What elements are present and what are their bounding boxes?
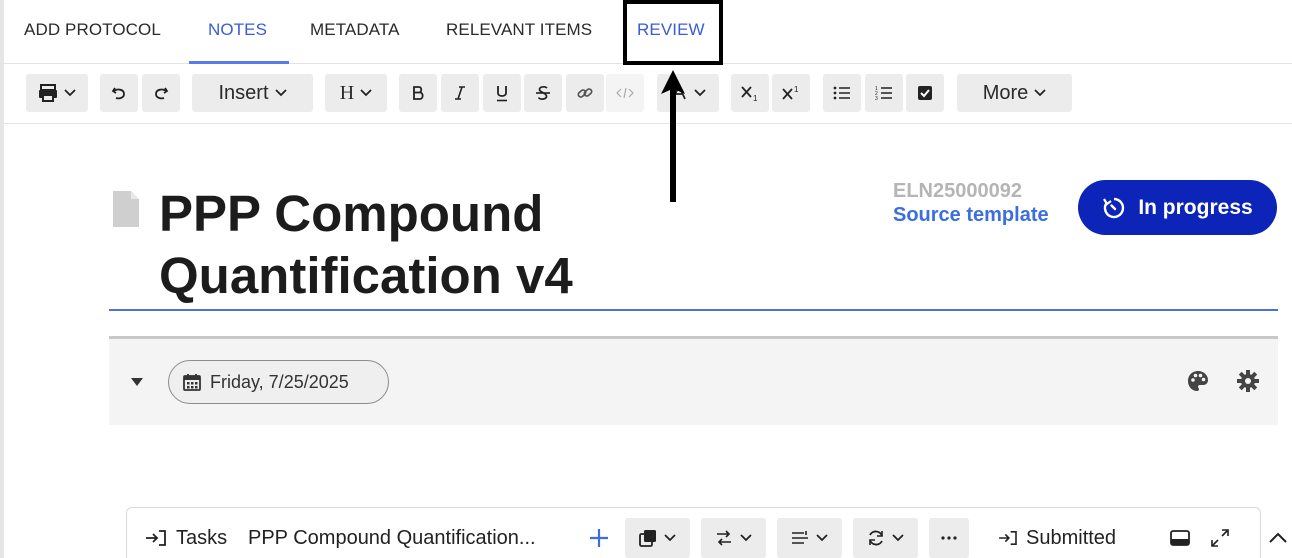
bullet-list-button[interactable] bbox=[823, 74, 861, 112]
progress-clock-icon bbox=[1103, 197, 1125, 218]
numbered-list-button[interactable]: 123 bbox=[865, 74, 903, 112]
strikethrough-button[interactable] bbox=[524, 74, 562, 112]
chevron-down-icon bbox=[892, 534, 904, 542]
more-dropdown[interactable]: More bbox=[957, 74, 1072, 112]
tasks-header[interactable]: Tasks bbox=[145, 518, 227, 558]
title-underline bbox=[109, 309, 1278, 311]
chevron-down-icon bbox=[694, 89, 706, 97]
bullet-list-icon bbox=[833, 86, 850, 100]
underline-button[interactable] bbox=[483, 74, 521, 112]
tab-notes[interactable]: NOTES bbox=[208, 20, 267, 40]
add-task-button[interactable] bbox=[588, 518, 610, 558]
code-button[interactable] bbox=[606, 74, 644, 112]
chevron-down-icon bbox=[664, 534, 676, 542]
chevron-down-icon bbox=[360, 89, 372, 97]
status-button[interactable]: In progress bbox=[1078, 180, 1277, 235]
chevron-down-icon bbox=[816, 534, 828, 542]
palette-icon[interactable] bbox=[1186, 369, 1210, 393]
eln-id: ELN25000092 bbox=[893, 180, 1022, 202]
source-template-link[interactable]: Source template bbox=[893, 204, 1049, 227]
transfer-dropdown[interactable] bbox=[701, 518, 766, 558]
subscript-button[interactable]: 1 bbox=[731, 74, 769, 112]
redo-button[interactable] bbox=[142, 74, 180, 112]
chevron-down-icon bbox=[740, 534, 752, 542]
more-label: More bbox=[982, 81, 1029, 104]
refresh-icon bbox=[869, 530, 883, 546]
review-highlight-box bbox=[623, 0, 723, 65]
tasks-label: Tasks bbox=[176, 526, 228, 549]
ellipsis-icon bbox=[941, 536, 957, 540]
checkbox-icon bbox=[918, 86, 932, 100]
print-icon bbox=[39, 84, 57, 102]
sign-in-icon bbox=[999, 530, 1017, 546]
link-icon bbox=[577, 88, 593, 98]
caret-down-icon[interactable] bbox=[130, 377, 144, 387]
panel-icon bbox=[1170, 530, 1190, 546]
submitted-label: Submitted bbox=[1026, 526, 1117, 549]
collapse-button[interactable] bbox=[1268, 518, 1288, 558]
underline-icon bbox=[497, 85, 507, 101]
chevron-down-icon bbox=[64, 89, 76, 97]
checkbox-button[interactable] bbox=[906, 74, 944, 112]
tab-add-protocol[interactable]: ADD PROTOCOL bbox=[24, 20, 161, 40]
gear-icon[interactable] bbox=[1236, 369, 1260, 393]
insert-label: Insert bbox=[218, 81, 269, 104]
copy-dropdown[interactable] bbox=[625, 518, 690, 558]
link-button[interactable] bbox=[566, 74, 604, 112]
code-icon bbox=[616, 87, 634, 99]
svg-text:1: 1 bbox=[753, 94, 758, 102]
submitted-status[interactable]: Submitted bbox=[998, 518, 1116, 558]
filter-lines-icon bbox=[792, 531, 808, 544]
filter-dropdown[interactable] bbox=[777, 518, 842, 558]
panel-toggle-button[interactable] bbox=[1170, 518, 1190, 558]
tab-relevant-items[interactable]: RELEVANT ITEMS bbox=[446, 20, 592, 40]
chevron-down-icon bbox=[1034, 89, 1046, 97]
expand-icon bbox=[1211, 529, 1229, 547]
print-button[interactable] bbox=[26, 74, 88, 112]
numbered-list-icon: 123 bbox=[875, 86, 892, 101]
date-chip[interactable]: Friday, 7/25/2025 bbox=[168, 360, 389, 404]
plus-icon bbox=[590, 529, 608, 547]
more-options-button[interactable] bbox=[929, 518, 969, 558]
page-title[interactable]: PPP Compound Quantification v4 bbox=[159, 183, 799, 307]
refresh-dropdown[interactable] bbox=[853, 518, 918, 558]
strikethrough-icon bbox=[536, 85, 550, 100]
svg-text:3: 3 bbox=[875, 96, 878, 101]
subscript-icon: 1 bbox=[741, 86, 758, 102]
insert-dropdown[interactable]: Insert bbox=[192, 74, 313, 112]
task-name[interactable]: PPP Compound Quantification... bbox=[248, 518, 536, 558]
document-icon bbox=[113, 191, 139, 227]
bold-button[interactable] bbox=[399, 74, 437, 112]
copy-icon bbox=[639, 530, 656, 547]
bold-icon bbox=[413, 86, 424, 100]
date-label: Friday, 7/25/2025 bbox=[210, 371, 349, 392]
superscript-icon: 1 bbox=[782, 85, 799, 100]
expand-button[interactable] bbox=[1210, 518, 1230, 558]
undo-icon bbox=[111, 87, 125, 100]
italic-icon bbox=[455, 86, 465, 100]
transfer-icon bbox=[717, 530, 731, 546]
calendar-icon bbox=[183, 374, 201, 391]
chevron-down-icon bbox=[274, 89, 287, 97]
redo-icon bbox=[155, 87, 169, 100]
heading-dropdown[interactable]: H bbox=[325, 74, 387, 112]
status-label: In progress bbox=[1138, 195, 1253, 219]
sign-in-icon bbox=[146, 530, 166, 546]
svg-text:1: 1 bbox=[794, 85, 799, 94]
undo-button[interactable] bbox=[100, 74, 138, 112]
italic-button[interactable] bbox=[441, 74, 479, 112]
editor-toolbar: Insert H 1 1 123 More bbox=[0, 64, 1292, 124]
superscript-button[interactable]: 1 bbox=[772, 74, 810, 112]
heading-label: H bbox=[339, 81, 355, 104]
tab-metadata[interactable]: METADATA bbox=[310, 20, 400, 40]
chevron-up-icon bbox=[1269, 532, 1287, 543]
